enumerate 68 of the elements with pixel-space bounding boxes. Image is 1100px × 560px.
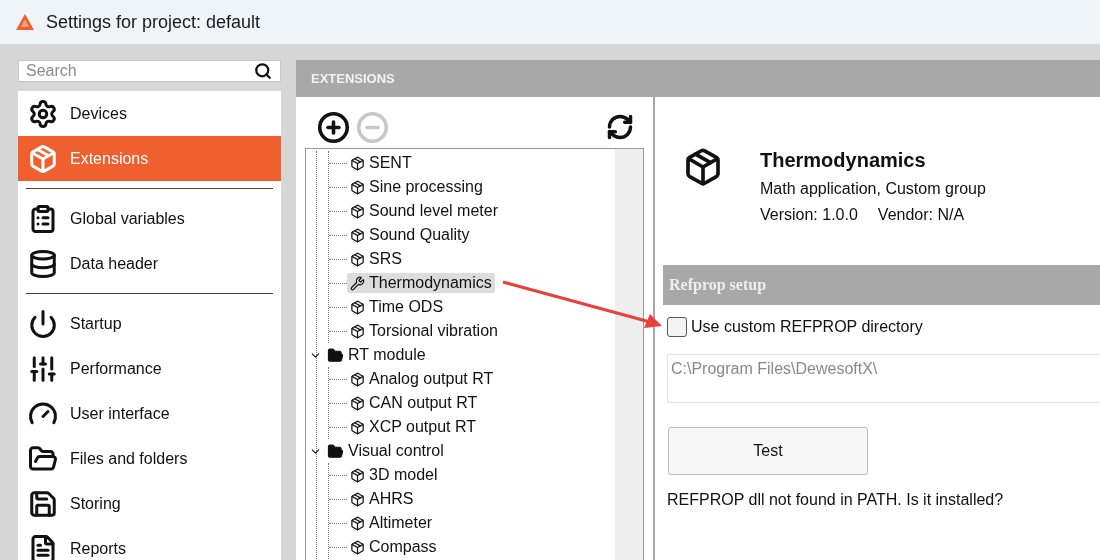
sliders-icon bbox=[28, 353, 58, 384]
tree-item[interactable]: XCP output RT bbox=[347, 417, 480, 437]
tree-item[interactable]: AHRS bbox=[347, 489, 417, 509]
tree-item[interactable]: SENT bbox=[347, 153, 415, 173]
folder-icon bbox=[327, 346, 344, 364]
sidebar-item[interactable]: Global variables bbox=[18, 196, 281, 241]
tree-group[interactable]: Visual control bbox=[348, 442, 444, 460]
tree-item[interactable]: Analog output RT bbox=[347, 369, 497, 389]
tree-item[interactable]: Thermodynamics bbox=[347, 273, 495, 293]
logo-icon bbox=[16, 14, 34, 30]
cube-icon bbox=[350, 371, 365, 387]
cube-icon bbox=[350, 299, 365, 315]
vendor-text: Vendor: N/A bbox=[877, 206, 965, 224]
sidebar-item[interactable]: Performance bbox=[18, 346, 281, 391]
cube-icon bbox=[683, 147, 723, 187]
sidebar-item[interactable]: User interface bbox=[18, 391, 281, 436]
wrench-icon bbox=[350, 275, 365, 291]
tree-item[interactable]: Sound Quality bbox=[347, 225, 473, 245]
section-title: Refprop setup bbox=[669, 276, 767, 294]
checkbox-label: Use custom REFPROP directory bbox=[691, 318, 923, 336]
cube-icon bbox=[350, 323, 365, 339]
cube-icon bbox=[350, 539, 365, 555]
extension-name: Thermodynamics bbox=[760, 149, 927, 172]
checkbox[interactable] bbox=[667, 317, 687, 337]
search-field[interactable]: Search bbox=[24, 61, 254, 81]
tree-item[interactable]: CAN output RT bbox=[347, 393, 481, 413]
tree-item[interactable]: Torsional vibration bbox=[347, 321, 501, 341]
cube-icon bbox=[350, 419, 365, 435]
tree-item[interactable]: Sine processing bbox=[347, 177, 486, 197]
cube-icon bbox=[350, 395, 365, 411]
sidebar-item[interactable]: Storing bbox=[18, 481, 281, 526]
cube-icon bbox=[350, 203, 365, 219]
status-message: REFPROP dll not found in PATH. Is it installed? bbox=[667, 491, 1005, 509]
scrollbar[interactable] bbox=[615, 149, 643, 560]
tree-group[interactable]: RT module bbox=[348, 346, 426, 364]
folder-icon bbox=[327, 442, 344, 460]
search-box[interactable]: Search bbox=[18, 60, 281, 82]
database-icon bbox=[28, 248, 58, 279]
refresh-button[interactable] bbox=[606, 113, 634, 141]
cube-icon bbox=[350, 251, 365, 267]
sidebar-item[interactable]: Files and folders bbox=[18, 436, 281, 481]
cube-icon bbox=[350, 155, 365, 171]
window-title: Settings for project: default bbox=[46, 11, 261, 33]
test-button[interactable]: Test bbox=[668, 427, 868, 475]
sidebar-item[interactable]: Startup bbox=[18, 301, 281, 346]
search-icon bbox=[254, 62, 272, 80]
power-icon bbox=[28, 308, 58, 339]
tree-item[interactable]: Compass bbox=[347, 537, 440, 557]
tree-item[interactable]: Sound level meter bbox=[347, 201, 501, 221]
sidebar-item[interactable]: Data header bbox=[18, 241, 281, 286]
sidebar-item[interactable]: Devices bbox=[18, 91, 281, 136]
sidebar-item[interactable]: Reports bbox=[18, 526, 281, 560]
cube-icon bbox=[350, 179, 365, 195]
tree-item[interactable]: Altimeter bbox=[347, 513, 436, 533]
cube-icon bbox=[350, 467, 365, 483]
tree-item[interactable]: SRS bbox=[347, 249, 405, 269]
cube-icon bbox=[350, 491, 365, 507]
add-button[interactable] bbox=[317, 110, 350, 144]
cube-icon bbox=[28, 143, 58, 174]
clipboard-icon bbox=[28, 203, 58, 234]
tree-item[interactable]: Time ODS bbox=[347, 297, 447, 317]
panel-title: EXTENSIONS bbox=[311, 71, 395, 86]
gear-icon bbox=[28, 98, 58, 129]
version-text: Version: 1.0.0 bbox=[760, 206, 858, 224]
cube-icon bbox=[350, 227, 365, 243]
cube-icon bbox=[350, 515, 365, 531]
tree-item[interactable]: 3D model bbox=[347, 465, 441, 485]
extension-category: Math application, Custom group bbox=[760, 180, 986, 198]
